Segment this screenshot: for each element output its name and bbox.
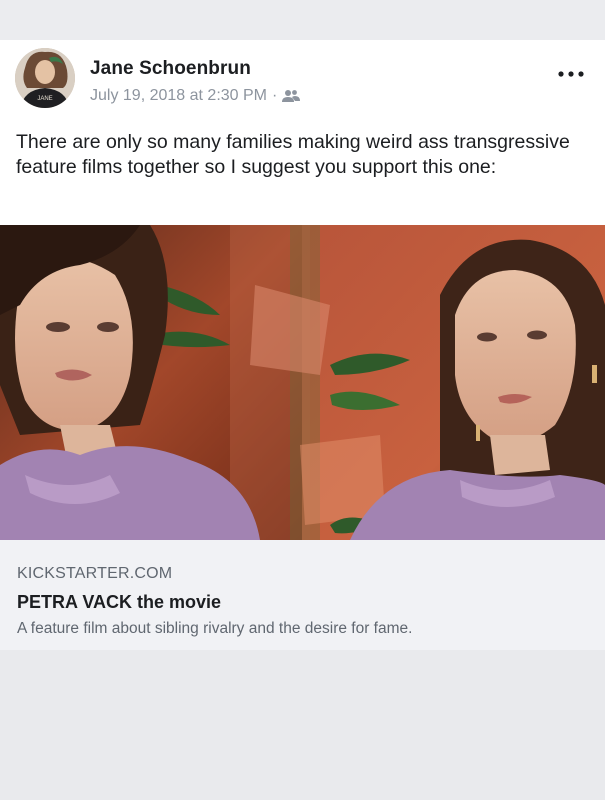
- page: JANE Jane Schoenbrun July 19, 2018 at 2:…: [0, 0, 605, 800]
- post-timestamp[interactable]: July 19, 2018 at 2:30 PM: [90, 87, 267, 105]
- movie-still-image: [0, 225, 605, 540]
- below-area: [0, 650, 605, 800]
- author-avatar[interactable]: JANE: [15, 48, 75, 108]
- link-preview-info[interactable]: KICKSTARTER.COM PETRA VACK the movie A f…: [0, 540, 605, 650]
- avatar-shirt-text: JANE: [37, 96, 52, 102]
- link-title[interactable]: PETRA VACK the movie: [17, 592, 221, 613]
- link-description: A feature film about sibling rivalry and…: [17, 620, 413, 637]
- post-card: JANE Jane Schoenbrun July 19, 2018 at 2:…: [0, 40, 605, 225]
- link-preview-image[interactable]: [0, 225, 605, 540]
- link-domain: KICKSTARTER.COM: [17, 565, 173, 582]
- friends-icon[interactable]: [282, 89, 301, 103]
- post-meta: July 19, 2018 at 2:30 PM ·: [90, 87, 301, 105]
- more-options-icon: [558, 71, 584, 77]
- author-name[interactable]: Jane Schoenbrun: [90, 58, 251, 80]
- top-strip: [0, 0, 605, 40]
- more-options-button[interactable]: [553, 62, 589, 86]
- post-text: There are only so many families making w…: [16, 131, 570, 178]
- avatar-image: JANE: [15, 48, 75, 108]
- meta-separator: ·: [272, 87, 278, 104]
